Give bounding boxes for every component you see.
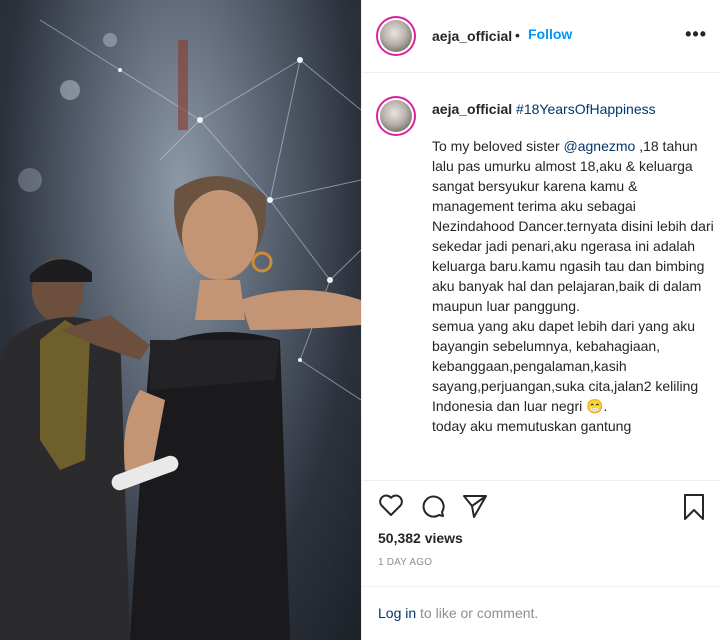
login-prompt-text: to like or comment. <box>416 605 539 621</box>
stage-illustration <box>0 19 361 640</box>
comment-icon[interactable] <box>420 493 446 524</box>
post-detail-panel: aeja_official • Follow ••• aeja_official… <box>361 0 720 640</box>
caption-header: aeja_official #18YearsOfHappiness <box>432 101 656 117</box>
hashtag-link[interactable]: #18YearsOfHappiness <box>516 101 656 117</box>
caption-username[interactable]: aeja_official <box>432 101 512 117</box>
caption-text: To my beloved sister @agnezmo ,18 tahun … <box>432 136 717 436</box>
action-bar <box>362 480 720 531</box>
caption-body: ,18 tahun lalu pas umurku almost 18,aku … <box>432 138 714 434</box>
caption-prefix: To my beloved sister <box>432 138 564 154</box>
heart-icon[interactable] <box>378 493 404 522</box>
more-options-icon[interactable]: ••• <box>685 24 707 45</box>
login-link[interactable]: Log in <box>378 605 416 621</box>
view-count[interactable]: 50,382 views <box>378 530 463 546</box>
avatar[interactable] <box>376 16 416 56</box>
follow-button[interactable]: Follow <box>528 26 572 42</box>
post-photo[interactable] <box>0 0 361 640</box>
post-timestamp[interactable]: 1 DAY AGO <box>378 557 432 568</box>
mention-link[interactable]: @agnezmo <box>564 138 636 154</box>
caption-section: aeja_official #18YearsOfHappiness To my … <box>362 88 720 473</box>
paper-plane-icon[interactable] <box>462 493 488 524</box>
username-link[interactable]: aeja_official <box>432 28 512 44</box>
bookmark-icon[interactable] <box>682 493 706 526</box>
login-prompt: Log in to like or comment. <box>378 605 538 621</box>
login-footer: Log in to like or comment. <box>362 586 720 641</box>
post-header: aeja_official • Follow ••• <box>362 0 720 73</box>
separator-dot: • <box>515 27 520 43</box>
caption-avatar[interactable] <box>376 96 416 136</box>
